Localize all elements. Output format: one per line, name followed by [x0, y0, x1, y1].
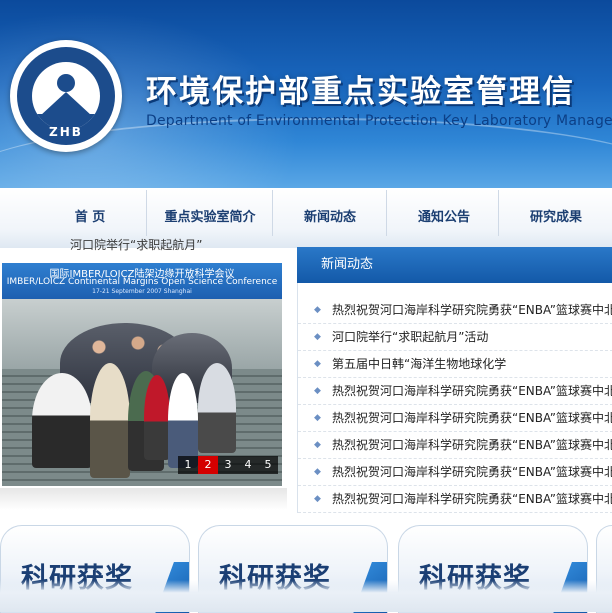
bullet-icon: ◆ [314, 467, 321, 477]
news-item[interactable]: ◆ 第五届中日韩“海洋生物地球化学 [298, 351, 612, 378]
site-title: 环境保护部重点实验室管理信 [146, 74, 575, 110]
news-item[interactable]: ◆ 热烈祝贺河口海岸科学研究院勇获“ENBA”篮球赛中北 [298, 297, 612, 324]
nav-item-research[interactable]: 研究成果 [500, 188, 612, 248]
slide-page-3[interactable]: 3 [218, 456, 238, 474]
news-item-title[interactable]: 热烈祝贺河口海岸科学研究院勇获“ENBA”篮球赛中北 [332, 459, 612, 485]
bullet-icon: ◆ [314, 332, 321, 342]
news-item[interactable]: ◆ 热烈祝贺河口海岸科学研究院勇获“ENBA”篮球赛中北 [298, 486, 612, 513]
news-panel-header: 新闻动态 [297, 247, 612, 283]
news-item[interactable]: ◆ 热烈祝贺河口海岸科学研究院勇获“ENBA”篮球赛中北 [298, 432, 612, 459]
news-item-title[interactable]: 河口院举行“求职起航月”活动 [332, 324, 488, 350]
news-item-title[interactable]: 热烈祝贺河口海岸科学研究院勇获“ENBA”篮球赛中北 [332, 378, 612, 404]
nav-divider [272, 190, 273, 236]
bullet-icon: ◆ [314, 305, 321, 315]
news-item-title[interactable]: 第五届中日韩“海洋生物地球化学 [332, 351, 506, 377]
bullet-icon: ◆ [314, 440, 321, 450]
conference-date: 17-21 September 2007 Shanghai [92, 288, 192, 295]
bullet-icon: ◆ [314, 494, 321, 504]
site-banner: ZHB 环境保护部重点实验室管理信 Department of Environm… [0, 0, 612, 188]
news-item-title[interactable]: 热烈祝贺河口海岸科学研究院勇获“ENBA”篮球赛中北 [332, 432, 612, 458]
news-item-title[interactable]: 热烈祝贺河口海岸科学研究院勇获“ENBA”篮球赛中北 [332, 297, 612, 323]
logo-abbreviation: ZHB [49, 125, 83, 139]
news-panel-title[interactable]: 新闻动态 [321, 247, 373, 283]
news-item[interactable]: ◆ 热烈祝贺河口海岸科学研究院勇获“ENBA”篮球赛中北 [298, 459, 612, 486]
slide-page-1[interactable]: 1 [178, 456, 198, 474]
photo-shadow [0, 488, 287, 510]
bullet-icon: ◆ [314, 359, 321, 369]
logo-mountain-icon [40, 92, 92, 116]
bullet-icon: ◆ [314, 413, 321, 423]
news-item-title[interactable]: 热烈祝贺河口海岸科学研究院勇获“ENBA”篮球赛中北 [332, 486, 612, 512]
slide-page-4[interactable]: 4 [238, 456, 258, 474]
nav-item-notices[interactable]: 通知公告 [388, 188, 500, 248]
conference-title-en: IMBER/LOICZ Continental Margins Open Sci… [6, 277, 278, 287]
news-item[interactable]: ◆ 热烈祝贺河口海岸科学研究院勇获“ENBA”篮球赛中北 [298, 405, 612, 432]
logo-sun-icon [57, 74, 75, 92]
slide-page-5[interactable]: 5 [258, 456, 278, 474]
site-subtitle: Department of Environmental Protection K… [146, 113, 612, 129]
news-item-title[interactable]: 热烈祝贺河口海岸科学研究院勇获“ENBA”篮球赛中北 [332, 405, 612, 431]
bullet-icon: ◆ [314, 386, 321, 396]
footer-bar [0, 580, 612, 612]
slideshow-image[interactable]: 国际IMBER/LOICZ陆架边缘开放科学会议 IMBER/LOICZ Cont… [2, 263, 282, 486]
news-item[interactable]: ◆ 热烈祝贺河口海岸科学研究院勇获“ENBA”篮球赛中北 [298, 378, 612, 405]
nav-divider [386, 190, 387, 236]
logo-ring: ZHB [17, 47, 115, 145]
slide-page-2[interactable]: 2 [198, 456, 218, 474]
news-item[interactable]: ◆ 河口院举行“求职起航月”活动 [298, 324, 612, 351]
ministry-logo[interactable]: ZHB [10, 40, 122, 152]
logo-emblem [32, 62, 100, 130]
conference-banner: 国际IMBER/LOICZ陆架边缘开放科学会议 IMBER/LOICZ Cont… [2, 263, 282, 299]
nav-divider [146, 190, 147, 236]
nav-item-news[interactable]: 新闻动态 [274, 188, 386, 248]
news-list: ◆ 热烈祝贺河口海岸科学研究院勇获“ENBA”篮球赛中北 ◆ 河口院举行“求职起航月… [297, 283, 612, 513]
nav-divider [498, 190, 499, 236]
slideshow-caption[interactable]: 河口院举行“求职起航月” [70, 236, 202, 253]
